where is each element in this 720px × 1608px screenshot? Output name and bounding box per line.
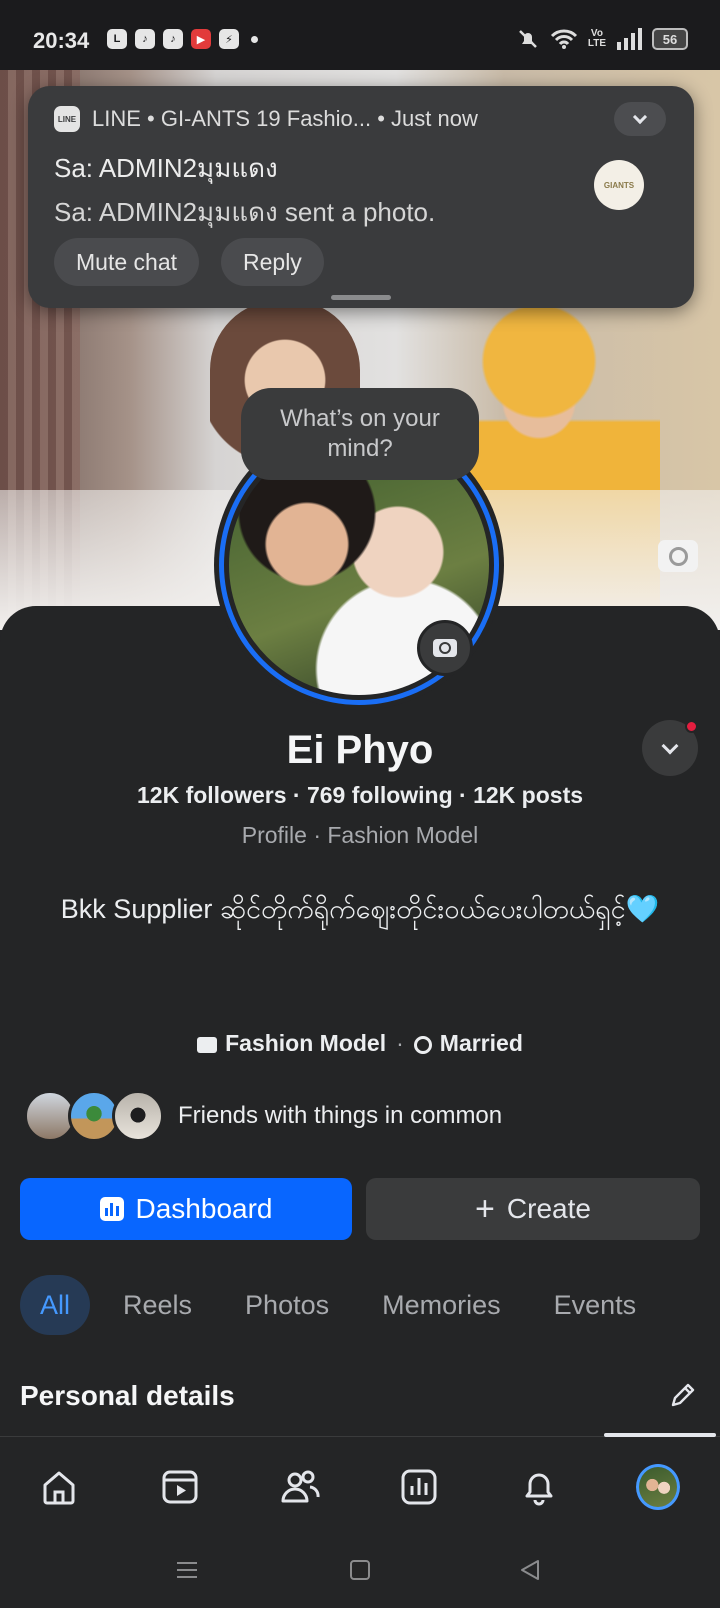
messenger-icon: ⚡ <box>219 29 239 49</box>
create-label: Create <box>506 1193 591 1224</box>
tab-all[interactable]: All <box>20 1275 91 1335</box>
profile-bio: Bkk Supplier ဆိုင်တိုက်ရိုက်ဈေးတိုင်းဝယ်… <box>30 878 690 940</box>
profile-actions: Dashboard + Create <box>20 1178 700 1240</box>
nav-video[interactable] <box>158 1465 202 1509</box>
pencil-icon[interactable] <box>668 1380 698 1410</box>
cover-camera-icon[interactable] <box>658 540 698 572</box>
tiktok-icon: ♪ <box>163 29 183 49</box>
dashboard-button[interactable]: Dashboard <box>20 1178 352 1240</box>
friends-icon <box>281 1470 320 1503</box>
wifi-icon <box>550 29 577 49</box>
status-app-icons: L ♪ ♪ ▶ ⚡ <box>107 29 258 49</box>
job-tag: Fashion Model <box>197 1030 386 1057</box>
line-logo-icon: LINE <box>54 106 80 132</box>
profile-subtitle: Profile · Fashion Model <box>241 822 479 848</box>
nav-friends[interactable] <box>278 1465 322 1509</box>
tag-separator: · <box>396 1030 404 1056</box>
nav-profile[interactable] <box>636 1464 680 1510</box>
bottom-navigation <box>0 1433 720 1536</box>
chevron-down-icon <box>632 109 648 124</box>
home-icon <box>43 1471 75 1505</box>
notification-expand-button[interactable] <box>614 102 666 136</box>
dashboard-icon <box>401 1469 437 1505</box>
profile-name: Ei Phyo <box>286 728 434 772</box>
reply-button[interactable]: Reply <box>221 238 324 286</box>
status-right-icons: Vo LTE 56 <box>516 27 688 51</box>
section-title: Personal details <box>20 1380 235 1411</box>
line-icon: L <box>107 29 127 49</box>
youtube-icon: ▶ <box>191 29 211 49</box>
briefcase-icon <box>197 1036 218 1053</box>
create-button[interactable]: + Create <box>366 1178 700 1240</box>
home-button-icon[interactable] <box>348 1558 372 1582</box>
profile-tags: Fashion Model · Married <box>0 1030 720 1057</box>
notification-actions: Mute chat Reply <box>54 238 324 286</box>
status-bar: 20:34 L ♪ ♪ ▶ ⚡ Vo LTE 56 <box>0 0 720 80</box>
profile-tabs: All Reels Photos Memories Events <box>20 1275 669 1335</box>
tab-memories[interactable]: Memories <box>362 1275 521 1335</box>
heart-emoji: 🩵 <box>625 894 660 924</box>
dashboard-label: Dashboard <box>135 1193 273 1224</box>
mutual-friends-row[interactable]: Friends with things in common <box>24 1090 502 1142</box>
notification-dot <box>685 720 698 733</box>
profile-menu-button[interactable] <box>642 720 698 776</box>
dashboard-icon <box>99 1197 124 1221</box>
signal-icon <box>617 28 642 50</box>
tab-events[interactable]: Events <box>534 1275 657 1335</box>
battery-indicator: 56 <box>652 28 688 50</box>
friends-text: Friends with things in common <box>178 1102 503 1129</box>
job-label: Fashion Model <box>225 1030 387 1056</box>
active-tab-indicator <box>604 1433 716 1437</box>
recents-icon[interactable] <box>175 1558 199 1582</box>
bell-icon <box>525 1473 553 1506</box>
line-notification[interactable]: LINE LINE • GI-ANTS 19 Fashio... • Just … <box>28 86 694 308</box>
rings-icon <box>413 1035 432 1054</box>
relationship-label: Married <box>439 1030 523 1056</box>
notification-title: Sa: ADMIN2มุมแดง <box>54 153 278 183</box>
notification-header: LINE LINE • GI-ANTS 19 Fashio... • Just … <box>54 106 478 132</box>
friend-avatar <box>112 1090 164 1142</box>
volte-bottom: LTE <box>587 38 606 49</box>
tab-photos[interactable]: Photos <box>225 1275 349 1335</box>
nav-dashboard[interactable] <box>397 1465 441 1509</box>
system-navigation-bar <box>0 1536 720 1608</box>
nav-notifications[interactable] <box>517 1465 561 1509</box>
more-notifications-dot <box>251 35 258 43</box>
notification-drag-handle[interactable] <box>331 295 391 300</box>
bio-text: Bkk Supplier ဆိုင်တိုက်ရိုက်ဈေးတိုင်းဝယ်… <box>60 894 626 924</box>
profile-stats[interactable]: 12K followers · 769 following · 12K post… <box>0 782 720 809</box>
notification-header-text: LINE • GI-ANTS 19 Fashio... • Just now <box>92 106 478 131</box>
nav-home[interactable] <box>37 1465 81 1509</box>
mute-chat-button[interactable]: Mute chat <box>54 238 199 286</box>
notification-body: Sa: ADMIN2มุมแดง sent a photo. <box>54 197 436 227</box>
mute-icon <box>518 30 537 48</box>
status-time: 20:34 <box>33 28 90 53</box>
tiktok-icon: ♪ <box>135 29 155 49</box>
profile-avatar-icon <box>636 1464 680 1510</box>
video-icon <box>162 1470 198 1504</box>
camera-icon <box>433 639 457 657</box>
notification-thumbnail: GIANTS <box>594 160 644 210</box>
whats-on-your-mind-bubble[interactable]: What’s on your mind? <box>241 388 479 480</box>
back-icon[interactable] <box>518 1558 542 1582</box>
relationship-tag: Married <box>413 1030 523 1057</box>
plus-icon: + <box>475 1190 495 1228</box>
chevron-down-icon <box>661 737 679 754</box>
tab-reels[interactable]: Reels <box>103 1275 212 1335</box>
avatar-camera-button[interactable] <box>417 620 473 676</box>
volte-indicator: Vo LTE <box>588 29 606 49</box>
